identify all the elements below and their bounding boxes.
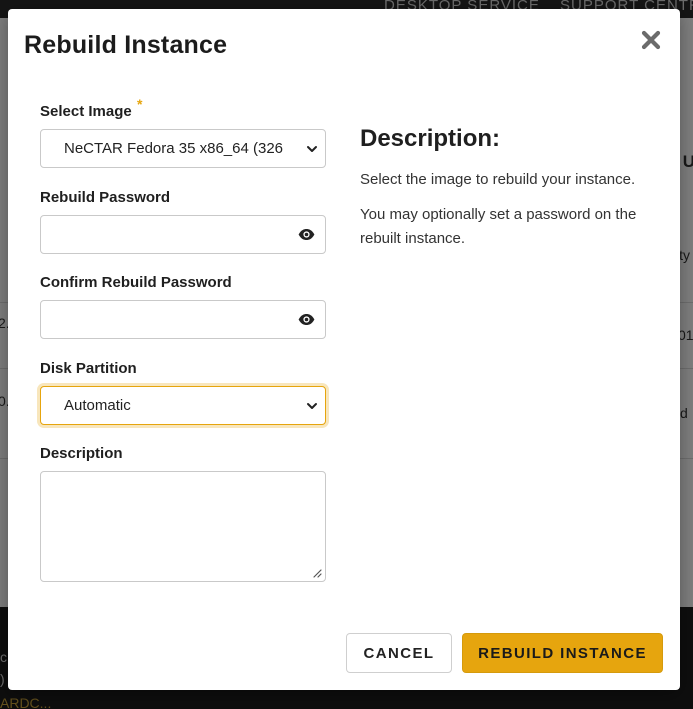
- help-paragraph: You may optionally set a password on the…: [360, 206, 637, 247]
- disk-partition-dropdown[interactable]: Automatic: [40, 386, 326, 425]
- rebuild-instance-dialog: Rebuild Instance Select Image * NeCTAR F…: [8, 9, 680, 690]
- select-image-value: NeCTAR Fedora 35 x86_64 (326: [64, 140, 284, 157]
- description-textarea[interactable]: [40, 471, 326, 582]
- disk-partition-label: Disk Partition: [40, 360, 137, 377]
- confirm-password-field[interactable]: [40, 300, 326, 339]
- description-label: Description: [40, 445, 123, 462]
- select-image-label: Select Image: [40, 103, 132, 120]
- resize-handle-icon[interactable]: [313, 569, 322, 578]
- eye-icon[interactable]: [298, 313, 315, 326]
- dialog-title: Rebuild Instance: [24, 31, 228, 59]
- help-heading: Description:: [360, 125, 501, 152]
- rebuild-password-field[interactable]: [40, 215, 326, 254]
- required-indicator: *: [137, 96, 143, 112]
- cancel-button[interactable]: CANCEL: [346, 633, 452, 673]
- close-icon: [641, 30, 661, 50]
- disk-partition-value: Automatic: [64, 397, 131, 414]
- select-image-dropdown[interactable]: NeCTAR Fedora 35 x86_64 (326: [40, 129, 326, 168]
- confirm-password-label: Confirm Rebuild Password: [40, 274, 232, 291]
- close-button[interactable]: [638, 26, 664, 54]
- help-paragraph: Select the image to rebuild your instanc…: [360, 171, 636, 188]
- chevron-down-icon: [307, 403, 317, 409]
- rebuild-instance-button[interactable]: REBUILD INSTANCE: [462, 633, 663, 673]
- chevron-down-icon: [307, 146, 317, 152]
- eye-icon[interactable]: [298, 228, 315, 241]
- rebuild-password-label: Rebuild Password: [40, 189, 171, 206]
